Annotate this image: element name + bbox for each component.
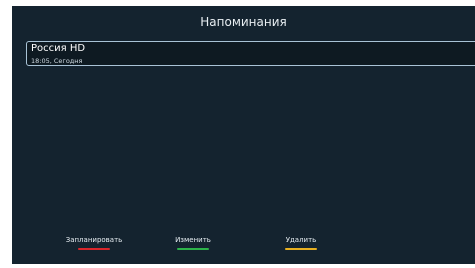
action-bar: Запланировать Изменить Удалить — [12, 236, 475, 266]
reminder-channel: Россия HD — [31, 43, 86, 54]
schedule-label: Запланировать — [65, 236, 123, 244]
tv-screen: Напоминания Россия HD 18:05, Сегодня Зап… — [0, 0, 475, 268]
red-key-indicator — [78, 248, 110, 250]
edit-label: Изменить — [175, 236, 211, 244]
reminder-item[interactable]: Россия HD 18:05, Сегодня — [26, 41, 475, 66]
green-key-indicator — [177, 248, 209, 250]
yellow-key-indicator — [285, 248, 317, 250]
reminder-time: 18:05, Сегодня — [31, 57, 83, 65]
page-title: Напоминания — [200, 15, 287, 29]
delete-label: Удалить — [285, 236, 317, 244]
edit-button[interactable]: Изменить — [148, 236, 238, 250]
reminders-panel: Напоминания Россия HD 18:05, Сегодня Зап… — [12, 6, 475, 264]
delete-button[interactable]: Удалить — [256, 236, 346, 250]
schedule-button[interactable]: Запланировать — [49, 236, 139, 250]
